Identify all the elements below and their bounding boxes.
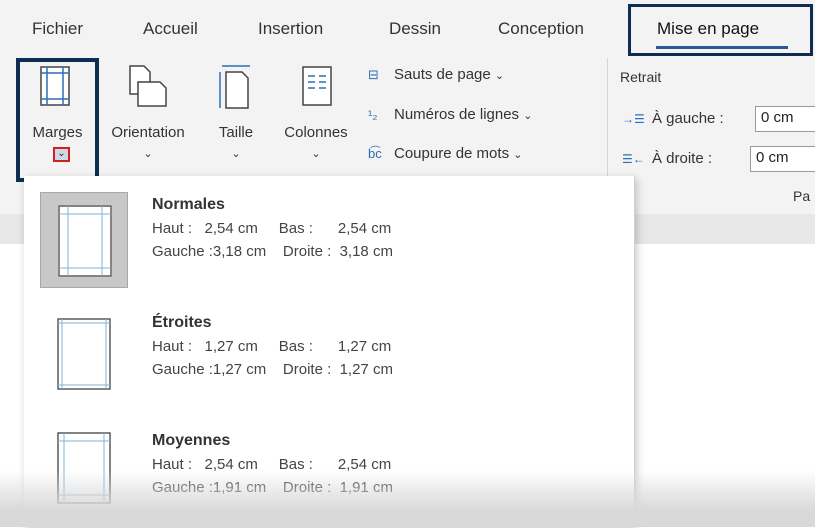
- margins-highlight-box: [16, 58, 99, 182]
- margins-dropdown-chevron[interactable]: ⌄: [53, 147, 70, 162]
- hyphenation-label: Coupure de mots: [394, 145, 510, 162]
- chevron-down-icon: ⌄: [513, 149, 523, 161]
- margin-preview-wrap: [40, 310, 128, 406]
- indent-left-row: →☰ À gauche :: [622, 110, 724, 127]
- chevron-down-icon: ⌄: [494, 70, 505, 82]
- tab-fichier[interactable]: Fichier: [32, 19, 83, 39]
- line-numbers-icon: ¹₂: [368, 107, 378, 122]
- tab-accueil[interactable]: Accueil: [143, 19, 198, 39]
- page-margins-icon: [57, 432, 111, 504]
- indent-right-input[interactable]: 0 cm: [750, 146, 815, 172]
- columns-label: Colonnes: [284, 124, 348, 141]
- margin-option-top-bottom: Haut : 2,54 cm Bas : 2,54 cm: [152, 220, 392, 237]
- indent-left-label: À gauche :: [652, 110, 724, 127]
- margin-option-left-right: Gauche :3,18 cm Droite : 3,18 cm: [152, 243, 393, 260]
- chevron-down-icon: ⌄: [231, 148, 241, 160]
- page-breaks-button[interactable]: ⊟ Sauts de page ⌄: [368, 66, 504, 83]
- page-margins-icon: [57, 318, 111, 390]
- columns-button[interactable]: Colonnes ⌄: [272, 58, 360, 168]
- document-canvas[interactable]: [634, 244, 815, 527]
- chevron-down-icon: ⌄: [523, 110, 533, 122]
- margin-preview-wrap: [40, 192, 128, 288]
- chevron-down-icon: ⌄: [143, 148, 153, 160]
- tab-insertion[interactable]: Insertion: [258, 19, 323, 39]
- orientation-label: Orientation: [111, 124, 185, 141]
- paragraph-group-label: Pa: [793, 188, 811, 204]
- hyphenation-button[interactable]: b͡c Coupure de mots ⌄: [368, 145, 522, 162]
- page-breaks-label: Sauts de page: [394, 66, 491, 83]
- margin-option-left-right: Gauche :1,27 cm Droite : 1,27 cm: [152, 361, 393, 378]
- tab-dessin[interactable]: Dessin: [389, 19, 441, 39]
- page-break-icon: ⊟: [368, 67, 379, 82]
- chevron-down-icon: ⌄: [311, 148, 321, 160]
- line-numbers-button[interactable]: ¹₂ Numéros de lignes ⌄: [368, 106, 532, 123]
- indent-left-icon: →☰: [622, 112, 645, 126]
- indent-group-title: Retrait: [620, 69, 662, 85]
- indent-left-input[interactable]: 0 cm: [755, 106, 815, 132]
- ribbon-tab-bar: Fichier Accueil Insertion Dessin Concept…: [0, 0, 815, 58]
- line-numbers-label: Numéros de lignes: [394, 106, 520, 123]
- margin-option-title: Moyennes: [152, 432, 231, 449]
- indent-right-label: À droite :: [652, 150, 713, 167]
- indent-right-icon: ☰←: [622, 152, 645, 166]
- margin-option-normal[interactable]: Normales Haut : 2,54 cm Bas : 2,54 cm Ga…: [40, 192, 610, 292]
- margin-option-title: Normales: [152, 196, 225, 213]
- margin-option-title: Étroites: [152, 314, 212, 331]
- columns-icon: [302, 66, 332, 106]
- margin-option-top-bottom: Haut : 2,54 cm Bas : 2,54 cm: [152, 456, 392, 473]
- page-margins-icon: [58, 205, 112, 277]
- hyphenation-icon: b͡c: [368, 146, 382, 161]
- size-label: Taille: [218, 124, 254, 141]
- tab-conception[interactable]: Conception: [498, 19, 584, 39]
- margin-option-left-right: Gauche :1,91 cm Droite : 1,91 cm: [152, 479, 393, 496]
- margin-option-moderate[interactable]: Moyennes Haut : 2,54 cm Bas : 2,54 cm Ga…: [40, 428, 610, 528]
- indent-right-row: ☰← À droite :: [622, 150, 712, 167]
- size-button[interactable]: Taille ⌄: [206, 58, 266, 168]
- orientation-icon: [129, 65, 167, 107]
- margin-option-top-bottom: Haut : 1,27 cm Bas : 1,27 cm: [152, 338, 392, 355]
- page-size-icon: [219, 65, 250, 109]
- margin-preview-wrap: [40, 428, 128, 524]
- active-tab-highlight-box: [628, 4, 813, 56]
- orientation-button[interactable]: Orientation ⌄: [96, 58, 200, 168]
- margin-option-narrow[interactable]: Étroites Haut : 1,27 cm Bas : 1,27 cm Ga…: [40, 310, 610, 410]
- group-separator: [607, 58, 608, 188]
